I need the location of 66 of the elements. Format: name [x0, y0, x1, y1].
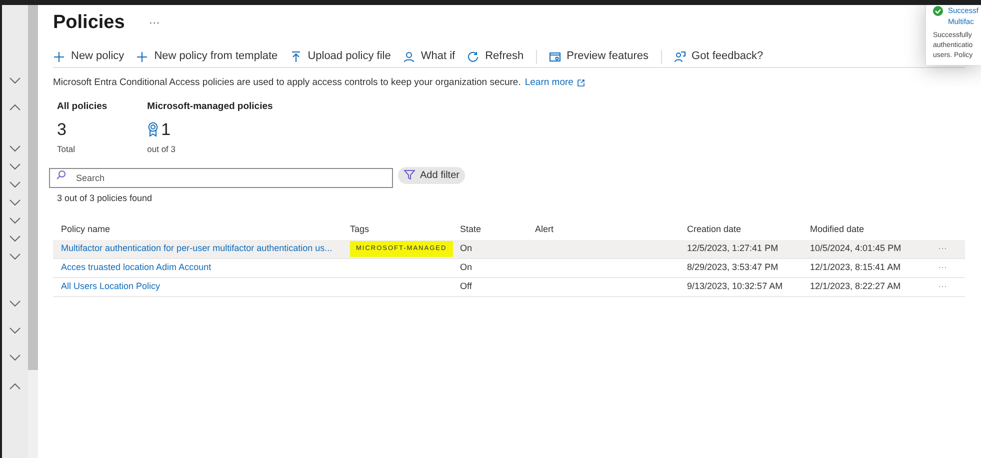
policy-name-link[interactable]: Multifactor authentication for per-user multifactor authentication us... [61, 243, 332, 253]
date-text: 9/13/2023, 10:32:57 AM [687, 281, 783, 291]
search-icon [56, 170, 66, 180]
refresh-icon [467, 50, 480, 62]
award-icon [147, 122, 160, 137]
state-text: On [460, 243, 472, 253]
stat-caption: Total [57, 142, 76, 156]
column-header: Policy name [61, 222, 112, 236]
stat-value: 1 [161, 118, 171, 141]
stat-label: All policies [57, 100, 108, 114]
chevron-down-icon[interactable] [9, 354, 21, 361]
window-icon [548, 50, 561, 62]
stat-value: 3 [57, 118, 66, 141]
check-circle-icon [933, 6, 943, 16]
add-filter-button[interactable]: Add filter [398, 166, 466, 184]
chevron-up-icon[interactable] [9, 383, 21, 390]
date-text: 8/29/2023, 3:53:47 PM [687, 262, 778, 272]
chevron-down-icon[interactable] [9, 217, 21, 224]
toolbar-button[interactable]: Refresh [467, 48, 524, 65]
chevron-down-icon[interactable] [9, 163, 21, 170]
toolbar-button[interactable]: Got feedback? [674, 48, 764, 65]
upload-icon [290, 50, 302, 62]
date-text: 12/5/2023, 1:27:41 PM [687, 243, 778, 253]
more-options-button[interactable]: ··· [148, 14, 160, 32]
column-header: Alert [535, 222, 555, 236]
chevron-down-icon[interactable] [9, 181, 21, 188]
scrollbar-thumb[interactable] [28, 5, 38, 370]
state-text: Off [460, 281, 472, 291]
chevron-down-icon[interactable] [9, 253, 21, 260]
state-text: On [460, 262, 472, 272]
chevron-down-icon[interactable] [9, 327, 21, 334]
row-more-button[interactable]: ··· [938, 280, 947, 294]
stat-caption: out of 3 [147, 142, 177, 156]
date-text: 12/1/2023, 8:22:27 AM [810, 281, 901, 291]
learn-more-link[interactable]: Learn more [524, 76, 574, 90]
column-header: Creation date [687, 222, 742, 236]
description-text: Microsoft Entra Conditional Access policies are used to apply access controls to keep your organization secure. [53, 76, 521, 90]
person-icon [402, 50, 415, 62]
toolbar-button[interactable]: New policy [53, 48, 124, 65]
column-header: Tags [350, 222, 370, 236]
policy-name-link[interactable]: Acces truasted location Adim Account [61, 262, 212, 272]
plus-icon [53, 50, 65, 62]
chevron-up-icon[interactable] [9, 104, 21, 111]
result-count: 3 out of 3 policies found [57, 192, 154, 206]
toolbar-button[interactable]: New policy from template [136, 48, 278, 65]
plus-icon [136, 50, 148, 62]
date-text: 10/5/2024, 4:01:45 PM [810, 243, 902, 253]
row-more-button[interactable]: ··· [938, 261, 947, 274]
filter-icon [404, 170, 415, 180]
date-text: 12/1/2023, 8:15:41 AM [810, 262, 901, 272]
search-field[interactable]: Search [49, 168, 393, 188]
chevron-down-icon[interactable] [9, 300, 21, 307]
policy-name-link[interactable]: All Users Location Policy [61, 281, 160, 291]
toolbar-button[interactable]: Preview features [548, 48, 649, 65]
chevron-down-icon[interactable] [9, 77, 21, 84]
chevron-down-icon[interactable] [9, 199, 21, 206]
stat-label: Microsoft-managed policies [147, 100, 273, 114]
toolbar-button[interactable]: What if [402, 48, 456, 65]
external-link-icon [577, 79, 586, 88]
column-header: Modified date [810, 222, 866, 236]
feedback-icon [674, 50, 686, 62]
chevron-down-icon[interactable] [9, 145, 21, 152]
column-header: State [460, 222, 482, 236]
toolbar-button[interactable]: Upload policy file [290, 48, 391, 65]
page-title: Policies [53, 10, 125, 35]
chevron-down-icon[interactable] [9, 235, 21, 242]
